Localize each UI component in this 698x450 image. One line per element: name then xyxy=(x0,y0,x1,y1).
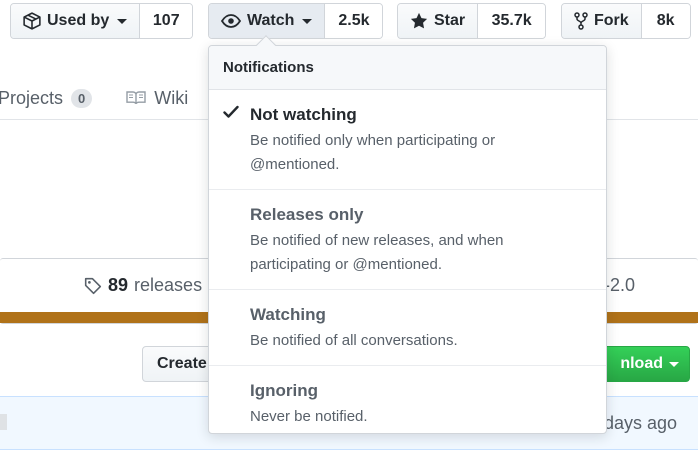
watch-button[interactable]: Watch xyxy=(209,4,326,38)
projects-counter: 0 xyxy=(71,88,93,108)
option-description-line: Be notified only when participating or xyxy=(250,132,496,149)
used-by-label: Used by xyxy=(47,12,110,29)
tag-icon xyxy=(84,277,102,295)
repo-nav-tabs: Projects 0 Wiki xyxy=(0,78,188,118)
watch-label: Watch xyxy=(247,12,295,29)
star-group: Star 35.7k xyxy=(397,3,547,39)
check-icon xyxy=(223,105,239,119)
star-count[interactable]: 35.7k xyxy=(478,4,546,38)
dropdown-header: Notifications xyxy=(209,46,606,90)
watch-group: Watch 2.5k xyxy=(208,3,384,39)
option-watching[interactable]: Watching Be notified of all conversation… xyxy=(209,290,606,366)
tab-wiki[interactable]: Wiki xyxy=(126,88,188,109)
releases-link[interactable]: 89 releases xyxy=(84,275,202,296)
repo-forked-icon xyxy=(574,12,588,30)
option-description: Never be notified. xyxy=(250,408,368,425)
option-title: Releases only xyxy=(250,205,364,224)
tab-wiki-label: Wiki xyxy=(154,87,189,108)
watch-count[interactable]: 2.5k xyxy=(325,4,383,38)
used-by-count[interactable]: 107 xyxy=(140,4,193,38)
commit-time: days ago xyxy=(604,413,678,433)
releases-count: 89 xyxy=(108,275,129,295)
tab-projects-label: Projects xyxy=(0,87,64,108)
fork-count[interactable]: 8k xyxy=(641,4,690,38)
fork-button[interactable]: Fork xyxy=(562,4,642,38)
option-description-line: participating or @mentioned. xyxy=(250,256,442,273)
avatar xyxy=(0,414,7,430)
option-not-watching[interactable]: Not watching Be notified only when parti… xyxy=(209,90,606,190)
license-text[interactable]: -2.0 xyxy=(604,275,635,296)
tab-projects[interactable]: Projects 0 xyxy=(0,87,93,109)
option-ignoring[interactable]: Ignoring Never be notified. xyxy=(209,366,606,441)
option-title: Ignoring xyxy=(250,381,318,400)
used-by-group: Used by 107 xyxy=(10,3,194,39)
option-description: Be notified of new releases, and when pa… xyxy=(250,229,590,277)
releases-label: releases xyxy=(134,275,203,295)
used-by-button[interactable]: Used by xyxy=(11,4,141,38)
download-label: nload xyxy=(620,355,663,372)
option-title: Not watching xyxy=(250,105,357,124)
package-icon xyxy=(23,12,41,30)
star-button[interactable]: Star xyxy=(398,4,479,38)
option-description: Be notified only when participating or @… xyxy=(250,129,590,177)
eye-icon xyxy=(221,13,241,29)
option-title: Watching xyxy=(250,305,326,324)
chevron-down-icon xyxy=(117,18,128,24)
option-description-line: Be notified of new releases, and when xyxy=(250,232,504,249)
chevron-down-icon xyxy=(669,361,679,367)
book-icon xyxy=(126,90,146,106)
option-releases-only[interactable]: Releases only Be notified of new release… xyxy=(209,190,606,290)
chevron-down-icon xyxy=(302,18,313,24)
fork-label: Fork xyxy=(594,12,629,29)
star-icon xyxy=(410,12,428,30)
option-description-line: @mentioned. xyxy=(250,156,340,173)
fork-group: Fork 8k xyxy=(561,3,691,39)
option-description: Be notified of all conversations. xyxy=(250,332,458,349)
star-label: Star xyxy=(434,12,466,29)
notifications-dropdown: Notifications Not watching Be notified o… xyxy=(208,35,607,434)
